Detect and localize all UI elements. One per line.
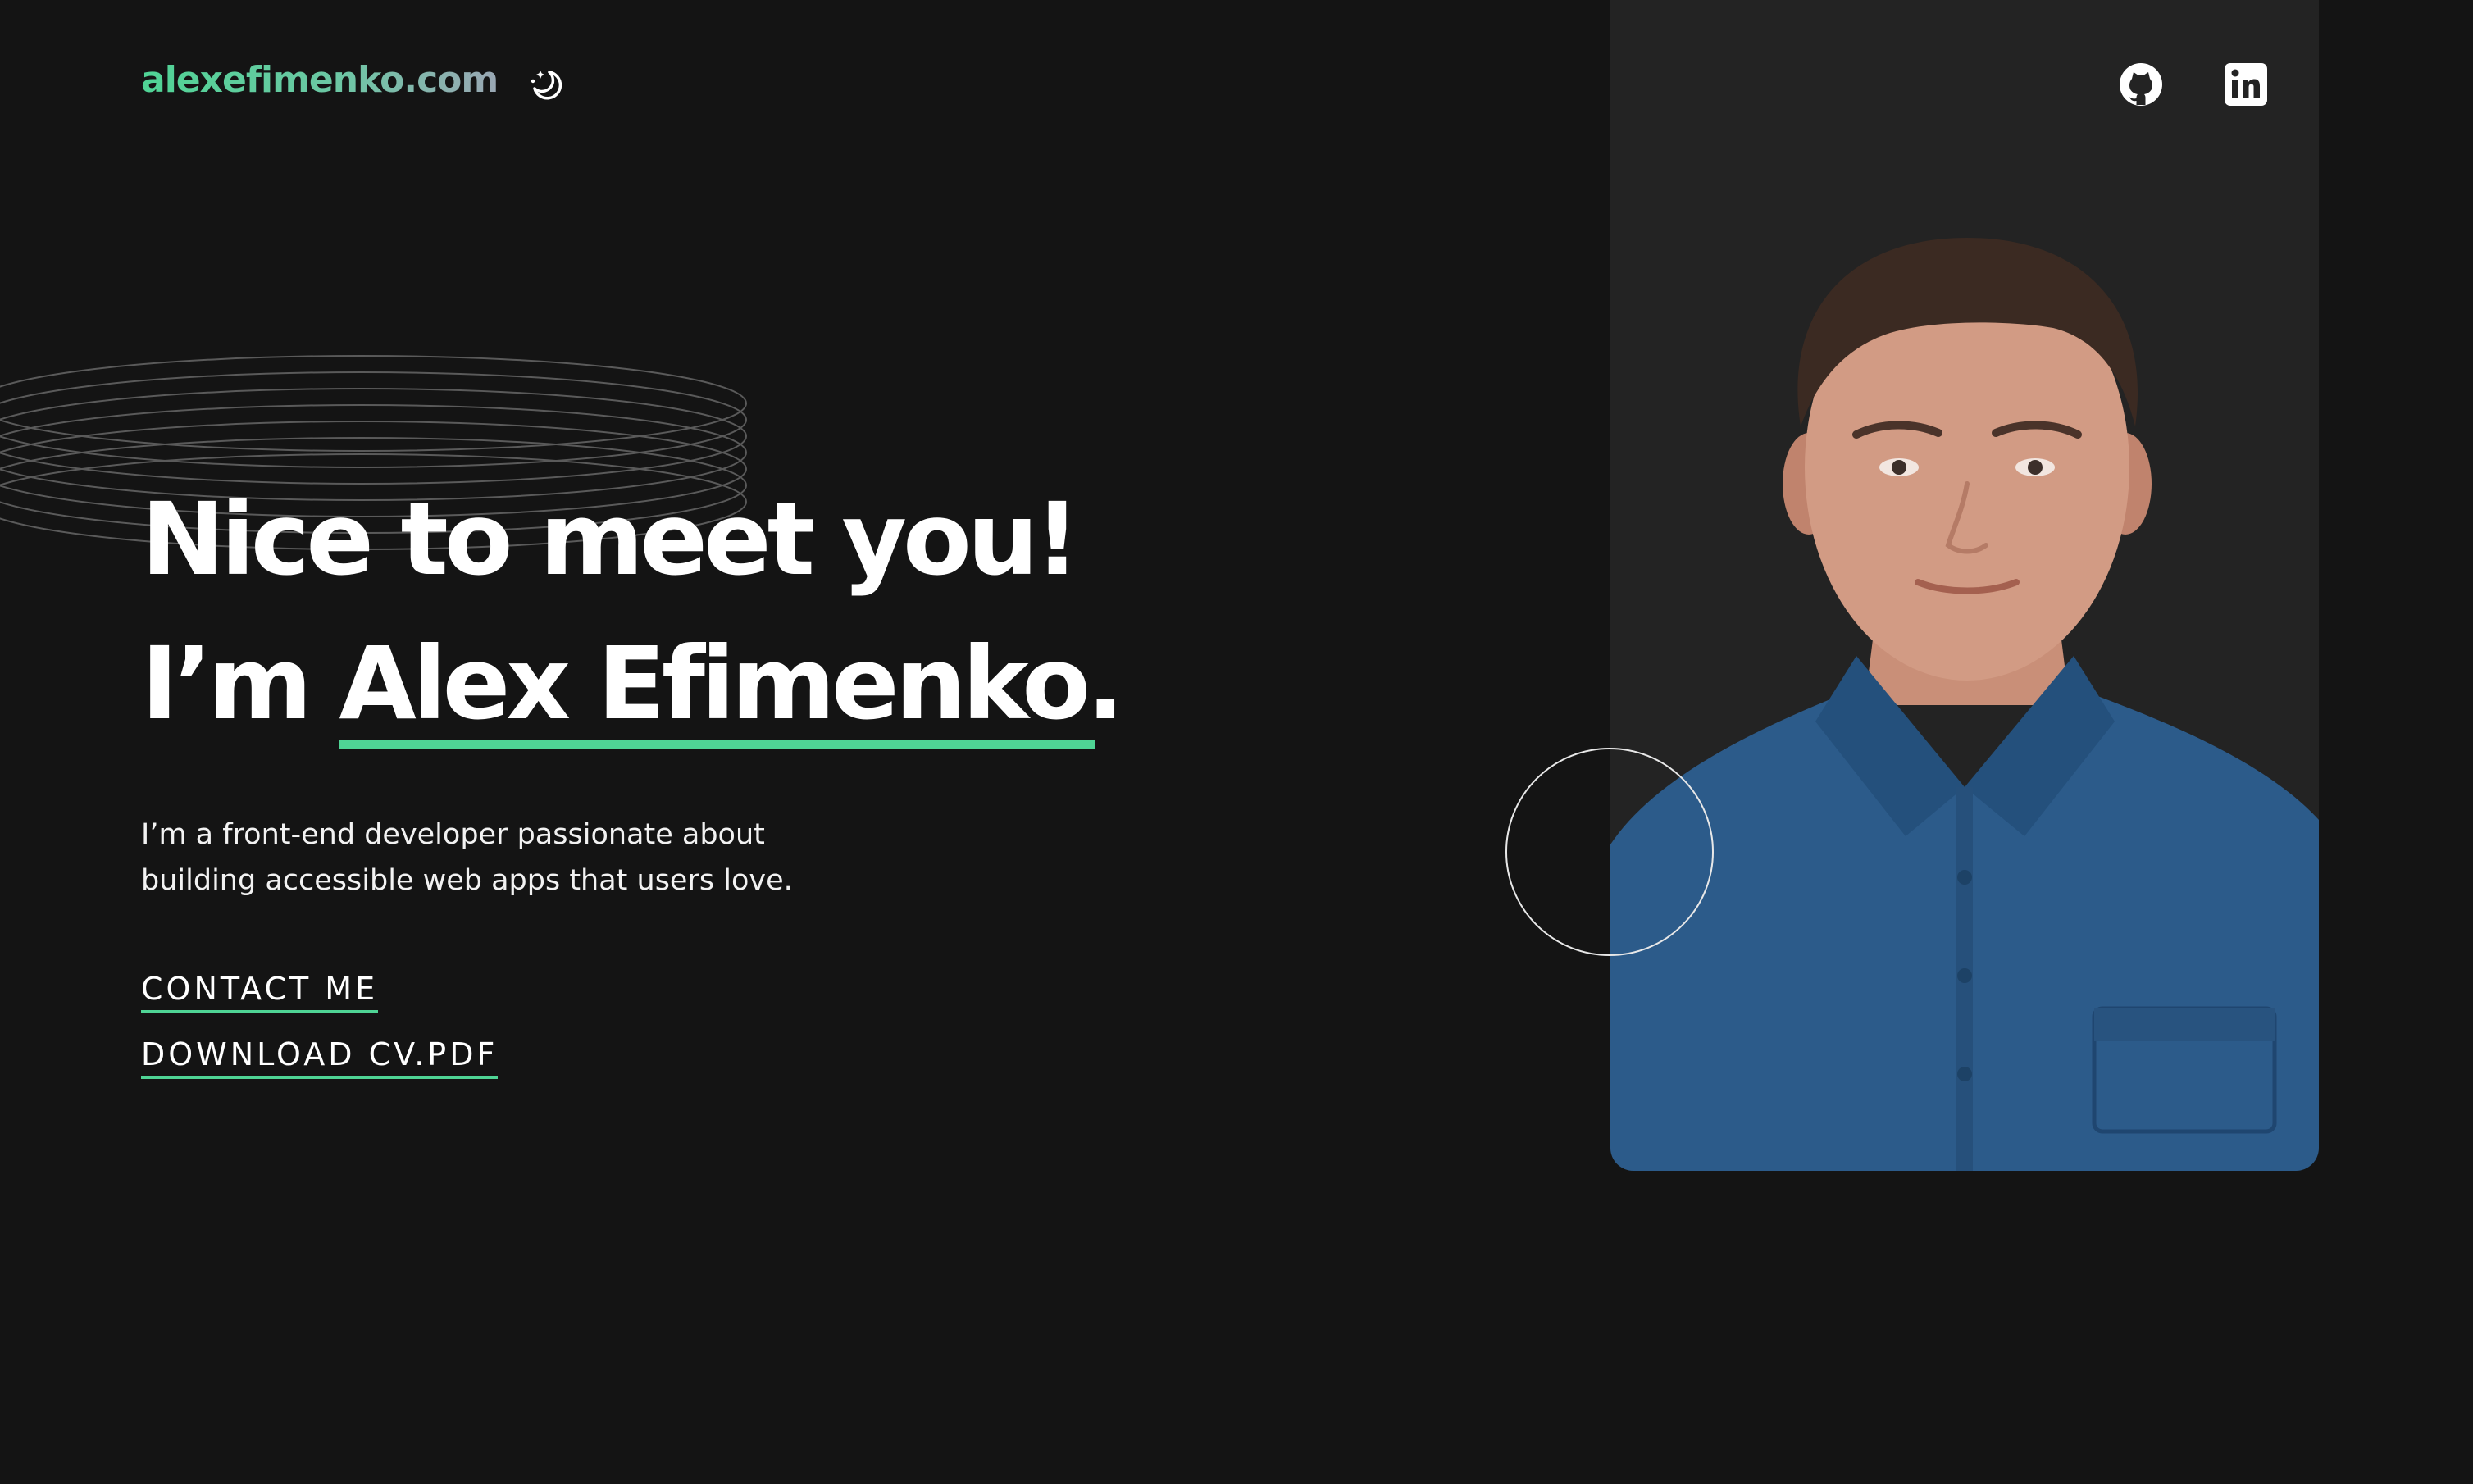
page-root: alexefimenko.com Nice to meet you! I’m A…	[0, 0, 2473, 1484]
linkedin-icon	[2225, 63, 2267, 106]
moon-stars-icon	[531, 71, 562, 100]
theme-toggle-button[interactable]	[525, 64, 566, 105]
headline-prefix: I’m	[141, 626, 339, 742]
github-icon	[2120, 63, 2162, 106]
github-link[interactable]	[2117, 61, 2165, 108]
profile-photo	[1610, 238, 2319, 1171]
site-logo[interactable]: alexefimenko.com	[141, 59, 499, 101]
hero-headline: Nice to meet you! I’m Alex Efimenko.	[141, 467, 1124, 756]
headline-name: Alex Efimenko.	[339, 612, 1124, 756]
headline-line-greeting: Nice to meet you!	[141, 481, 1080, 598]
profile-photo-card	[1610, 0, 2319, 1171]
linkedin-link[interactable]	[2222, 61, 2270, 108]
headline-line-intro: I’m Alex Efimenko.	[141, 612, 1124, 756]
cursor-follower-circle	[1505, 748, 1714, 956]
download-cv-link[interactable]: DOWNLOAD CV.PDF	[141, 1036, 499, 1079]
contact-me-link[interactable]: CONTACT ME	[141, 971, 379, 1013]
hero-intro-text: I’m a front-end developer passionate abo…	[141, 818, 793, 897]
